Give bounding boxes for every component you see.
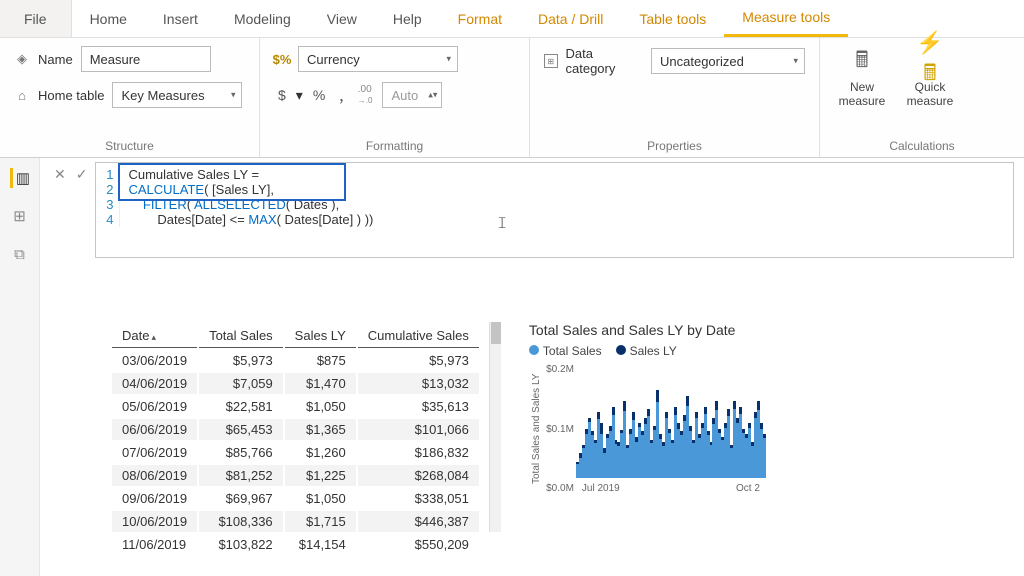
lightning-icon: ⚡🖩 xyxy=(914,46,946,78)
menu-file[interactable]: File xyxy=(0,0,72,37)
group-label-calculations: Calculations xyxy=(834,139,1010,153)
menu-insert[interactable]: Insert xyxy=(145,0,216,37)
table-row[interactable]: 09/06/2019$69,967$1,050$338,051 xyxy=(112,488,479,509)
commit-formula-icon[interactable]: ✓ xyxy=(76,166,88,258)
menu-table-tools[interactable]: Table tools xyxy=(621,0,724,37)
canvas: ✕ ✓ 1234 Cumulative Sales LY =CALCULATE(… xyxy=(40,158,1024,576)
currency-button[interactable]: $ xyxy=(274,85,290,105)
model-view-icon[interactable]: ⧉ xyxy=(10,244,30,264)
menu-format[interactable]: Format xyxy=(440,0,520,37)
text-cursor: 𝙸 xyxy=(496,215,507,233)
col-total-sales[interactable]: Total Sales xyxy=(199,324,283,348)
formula-bar: ✕ ✓ 1234 Cumulative Sales LY =CALCULATE(… xyxy=(52,162,1014,258)
group-label-structure: Structure xyxy=(14,139,245,153)
home-table-dropdown[interactable]: Key Measures▾ xyxy=(112,82,242,108)
calculator-icon: 🖩 xyxy=(846,46,878,78)
table-row[interactable]: 08/06/2019$81,252$1,225$268,084 xyxy=(112,465,479,486)
menu-view[interactable]: View xyxy=(309,0,375,37)
cancel-formula-icon[interactable]: ✕ xyxy=(54,166,66,258)
name-label: Name xyxy=(38,52,73,67)
table-row[interactable]: 11/06/2019$103,822$14,154$550,209 xyxy=(112,534,479,555)
measure-name-input[interactable]: Measure xyxy=(81,46,211,72)
table-row[interactable]: 07/06/2019$85,766$1,260$186,832 xyxy=(112,442,479,463)
new-measure-button[interactable]: 🖩 New measure xyxy=(834,46,890,108)
percent-button[interactable]: % xyxy=(309,85,329,105)
menu-bar: File HomeInsertModelingViewHelpFormatDat… xyxy=(0,0,1024,38)
data-category-label: Data category xyxy=(566,46,644,76)
ribbon-group-formatting: $% Currency▾ $ ▾ % , .00→.0 Auto▴▾ Forma… xyxy=(260,38,530,157)
table-row[interactable]: 03/06/2019$5,973$875$5,973 xyxy=(112,350,479,371)
home-icon: ⌂ xyxy=(14,87,30,103)
ribbon-group-calculations: 🖩 New measure ⚡🖩 Quick measure Calculati… xyxy=(820,38,1024,157)
group-label-properties: Properties xyxy=(544,139,805,153)
scrollbar-thumb[interactable] xyxy=(491,322,501,344)
y-axis-label: Total Sales and Sales LY xyxy=(529,364,542,494)
table-row[interactable]: 04/06/2019$7,059$1,470$13,032 xyxy=(112,373,479,394)
chart[interactable]: Total Sales and Sales LY by Date Total S… xyxy=(529,322,769,557)
report-view-icon[interactable]: ▥ xyxy=(10,168,30,188)
plot-area: $0.2M$0.1M$0.0M Jul 2019Oct 2 xyxy=(576,364,766,494)
data-table[interactable]: DateTotal SalesSales LYCumulative Sales … xyxy=(110,322,481,557)
decimal-places-input[interactable]: Auto▴▾ xyxy=(382,82,442,108)
group-label-formatting: Formatting xyxy=(274,139,515,153)
col-date[interactable]: Date xyxy=(112,324,197,348)
category-icon: ⊞ xyxy=(544,54,558,68)
chart-title: Total Sales and Sales LY by Date xyxy=(529,322,769,338)
menu-modeling[interactable]: Modeling xyxy=(216,0,309,37)
data-view-icon[interactable]: ⊞ xyxy=(10,206,30,226)
scrollbar[interactable] xyxy=(489,322,501,532)
chart-legend: Total Sales Sales LY xyxy=(529,344,769,358)
menu-home[interactable]: Home xyxy=(72,0,145,37)
menu-help[interactable]: Help xyxy=(375,0,440,37)
format-icon: $% xyxy=(274,51,290,67)
menu-data-drill[interactable]: Data / Drill xyxy=(520,0,621,37)
table-row[interactable]: 06/06/2019$65,453$1,365$101,066 xyxy=(112,419,479,440)
table-row[interactable]: 10/06/2019$108,336$1,715$446,387 xyxy=(112,511,479,532)
format-dropdown[interactable]: Currency▾ xyxy=(298,46,458,72)
comma-button[interactable]: , xyxy=(335,83,348,108)
dax-editor[interactable]: 1234 Cumulative Sales LY =CALCULATE( [Sa… xyxy=(95,162,1014,258)
main-area: ▥ ⊞ ⧉ ✕ ✓ 1234 Cumulative Sales LY =CALC… xyxy=(0,158,1024,576)
tag-icon: ◈ xyxy=(14,51,30,67)
col-cumulative-sales[interactable]: Cumulative Sales xyxy=(358,324,479,348)
menu-measure-tools[interactable]: Measure tools xyxy=(724,0,848,37)
view-rail: ▥ ⊞ ⧉ xyxy=(0,158,40,576)
decimals-button[interactable]: .00→.0 xyxy=(354,82,377,108)
ribbon-group-properties: ⊞ Data category Uncategorized▾ Propertie… xyxy=(530,38,820,157)
home-table-label: Home table xyxy=(38,88,104,103)
col-sales-ly[interactable]: Sales LY xyxy=(285,324,356,348)
ribbon-group-structure: ◈ Name Measure ⌂ Home table Key Measures… xyxy=(0,38,260,157)
table-row[interactable]: 05/06/2019$22,581$1,050$35,613 xyxy=(112,396,479,417)
ribbon: ◈ Name Measure ⌂ Home table Key Measures… xyxy=(0,38,1024,158)
data-category-dropdown[interactable]: Uncategorized▾ xyxy=(651,48,805,74)
quick-measure-button[interactable]: ⚡🖩 Quick measure xyxy=(902,46,958,108)
